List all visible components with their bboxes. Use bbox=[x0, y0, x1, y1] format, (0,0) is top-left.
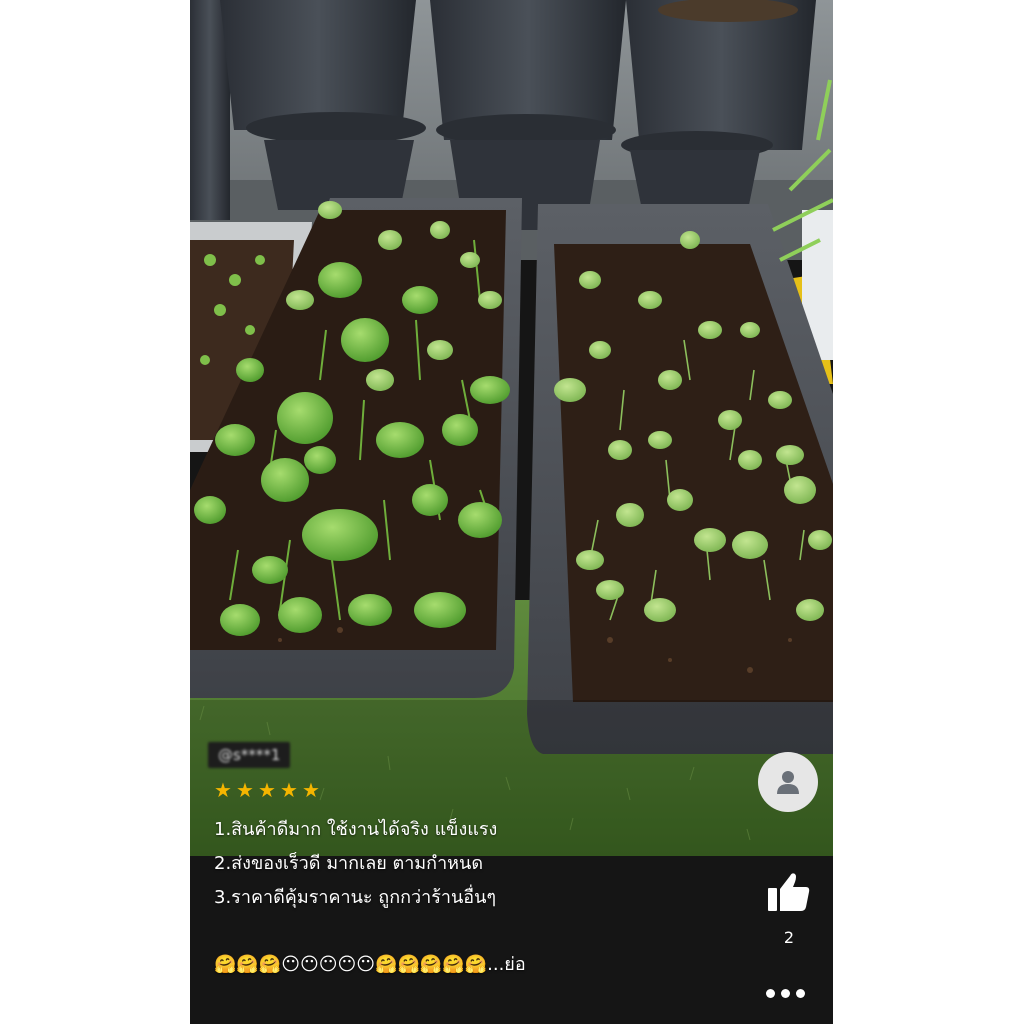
review-media-viewer: @s****1 ★ ★ ★ ★ ★ 1.สินค้าดีมาก ใช้งานได… bbox=[190, 0, 833, 1024]
star-icon: ★ bbox=[302, 778, 320, 802]
review-text-line: 1.สินค้าดีมาก ใช้งานได้จริง แข็งแรง bbox=[214, 819, 498, 840]
review-text-line: 3.ราคาดีคุ้มราคานะ ถูกกว่าร้านอื่นๆ bbox=[214, 887, 497, 908]
user-avatar-icon bbox=[777, 771, 799, 794]
review-photo[interactable] bbox=[190, 0, 833, 856]
more-options-icon[interactable] bbox=[766, 986, 812, 1000]
review-collapse-toggle[interactable]: 🤗🤗🤗😶😶😶😶😶🤗🤗🤗🤗🤗...ย่อ bbox=[214, 953, 526, 977]
review-text-line: 2.ส่งของเร็วดี มากเลย ตามกำหนด bbox=[214, 853, 484, 874]
like-count: 2 bbox=[783, 928, 795, 947]
star-icon: ★ bbox=[214, 778, 232, 802]
star-icon: ★ bbox=[236, 778, 254, 802]
thumbs-up-icon[interactable] bbox=[766, 868, 812, 914]
star-icon: ★ bbox=[258, 778, 276, 802]
star-rating: ★ ★ ★ ★ ★ bbox=[214, 778, 321, 802]
star-icon: ★ bbox=[280, 778, 298, 802]
reviewer-username[interactable]: @s****1 bbox=[208, 742, 291, 768]
review-caption-panel bbox=[190, 856, 833, 1024]
user-avatar-button[interactable] bbox=[758, 752, 818, 812]
